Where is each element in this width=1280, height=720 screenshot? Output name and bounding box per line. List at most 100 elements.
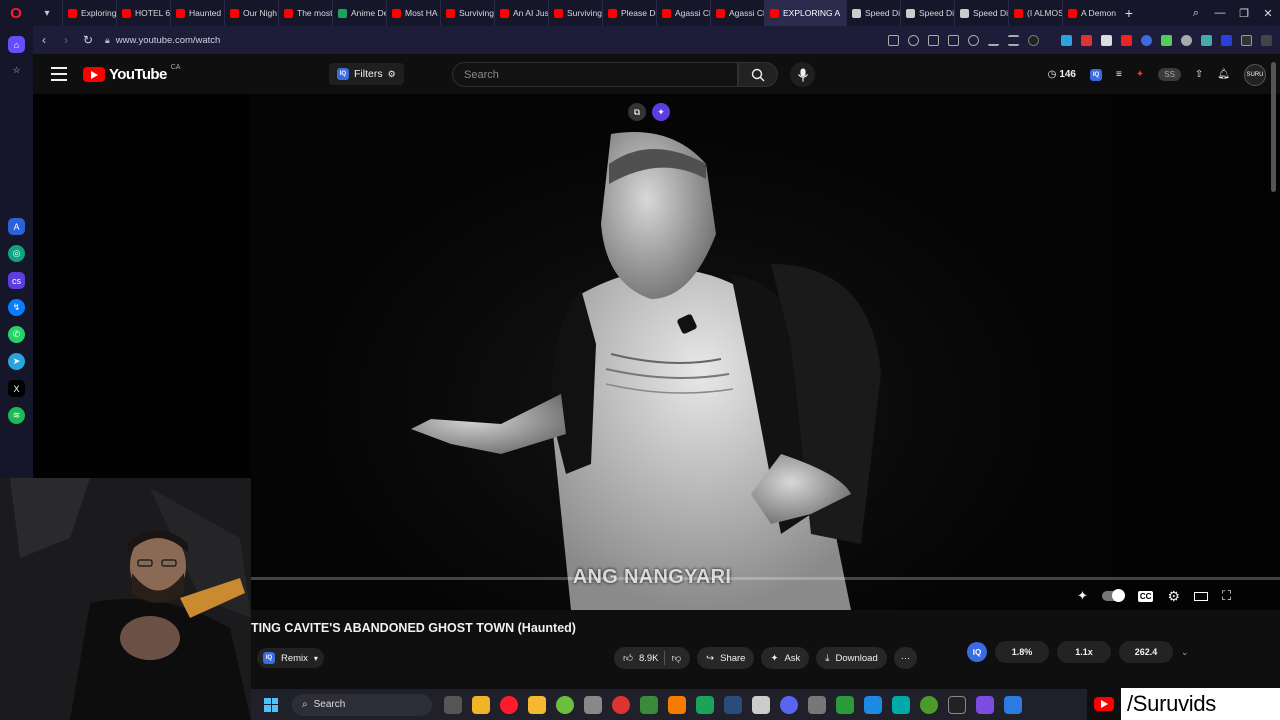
- task-view-icon[interactable]: [444, 695, 462, 714]
- app-diamond-icon[interactable]: [752, 695, 770, 714]
- heart-icon[interactable]: [968, 34, 979, 46]
- ext-7-icon[interactable]: [1181, 34, 1192, 46]
- app-round-icon[interactable]: [920, 695, 938, 714]
- browser-tab[interactable]: Agassi Ch: [656, 0, 710, 26]
- share-button[interactable]: ↪ Share: [697, 647, 755, 669]
- remix-button[interactable]: IQ Remix ▾: [257, 648, 324, 668]
- ext-6-icon[interactable]: [1161, 34, 1172, 46]
- page-scrollbar[interactable]: [1271, 62, 1276, 192]
- browser-tab[interactable]: An AI Just: [494, 0, 548, 26]
- browser-tab[interactable]: Please Do: [602, 0, 656, 26]
- captions-button[interactable]: CC: [1137, 590, 1154, 602]
- notifications-bell-icon[interactable]: 🔔︎: [1217, 69, 1230, 80]
- home-icon[interactable]: ⌂: [8, 36, 25, 53]
- capcut-icon[interactable]: [948, 695, 966, 714]
- history-counter[interactable]: ◷ 146: [1048, 69, 1076, 80]
- puzzle-icon[interactable]: [1261, 34, 1272, 46]
- restore-button[interactable]: ❐: [1232, 0, 1256, 26]
- browser-tab[interactable]: Anime De: [332, 0, 386, 26]
- youtube-logo[interactable]: YouTube CA: [83, 64, 180, 83]
- fullscreen-icon[interactable]: ⛶: [1222, 588, 1231, 604]
- file-explorer-icon[interactable]: [472, 695, 490, 714]
- browser-tab[interactable]: HOTEL 6: [116, 0, 170, 26]
- app-purple-icon[interactable]: [976, 695, 994, 714]
- browser-tab[interactable]: Speed Di: [846, 0, 900, 26]
- opera-taskbar-icon[interactable]: [500, 695, 518, 714]
- app-store-icon[interactable]: [836, 695, 854, 714]
- upload-icon[interactable]: ⇧: [1195, 69, 1203, 80]
- menu-icon[interactable]: [1008, 34, 1019, 46]
- sparkle-icon[interactable]: ✦: [1077, 588, 1088, 604]
- telegram-icon[interactable]: ➤: [8, 353, 25, 370]
- theater-mode-icon[interactable]: [1194, 591, 1209, 601]
- ext-9-icon[interactable]: [1221, 34, 1232, 46]
- guide-menu-icon[interactable]: [51, 67, 67, 81]
- expand-chevron-icon[interactable]: ⌄: [1181, 647, 1189, 658]
- ext-10-icon[interactable]: [1241, 34, 1252, 46]
- video-progress-bar[interactable]: [251, 577, 1280, 580]
- ask-button[interactable]: ✦ Ask: [761, 647, 810, 669]
- url-field[interactable]: 🔒︎ www.youtube.com/watch: [105, 35, 220, 46]
- browser-tab[interactable]: (I ALMOS: [1008, 0, 1062, 26]
- taskbar-search[interactable]: ⌕ Search: [292, 693, 432, 716]
- search-tabs-icon[interactable]: ⌕: [1184, 0, 1208, 26]
- list-icon[interactable]: ≡: [1116, 69, 1122, 80]
- play-icon[interactable]: [948, 34, 959, 46]
- profile-icon[interactable]: [1028, 34, 1039, 46]
- ext-5-icon[interactable]: [1141, 34, 1152, 46]
- extension-icon[interactable]: cs: [8, 272, 25, 289]
- vlc-icon[interactable]: [668, 695, 686, 714]
- browser-tab[interactable]: Exploring: [62, 0, 116, 26]
- filters-button[interactable]: IQ Filters ⚙: [329, 63, 404, 85]
- whatsapp-icon[interactable]: ✆: [8, 326, 25, 343]
- spotify-icon[interactable]: ≋: [8, 407, 25, 424]
- star-icon[interactable]: ☆: [8, 62, 25, 79]
- shield-icon[interactable]: [928, 34, 939, 46]
- browser-tab[interactable]: Agassi Ch: [710, 0, 764, 26]
- iq-badge-icon[interactable]: IQ: [967, 642, 987, 662]
- browser-tab[interactable]: The most: [278, 0, 332, 26]
- ribbon-icon[interactable]: ✦: [1136, 69, 1144, 80]
- app-screen-icon[interactable]: [864, 695, 882, 714]
- x-icon[interactable]: X: [8, 380, 25, 397]
- tool-app-icon[interactable]: [584, 695, 602, 714]
- ss-badge[interactable]: SS: [1158, 68, 1181, 81]
- ai-sparkle-icon[interactable]: ✦: [652, 103, 670, 121]
- voice-search-button[interactable]: [790, 62, 815, 87]
- account-avatar[interactable]: SURU: [1244, 63, 1266, 86]
- edit-icon[interactable]: [888, 34, 899, 46]
- browser-tab[interactable]: A Demon: [1062, 0, 1116, 26]
- chrome-like-icon[interactable]: [612, 695, 630, 714]
- green-app-icon[interactable]: [556, 695, 574, 714]
- minimize-button[interactable]: —: [1208, 0, 1232, 26]
- search-button[interactable]: [738, 62, 778, 87]
- opera-logo-icon[interactable]: O: [0, 0, 32, 26]
- browser-tab[interactable]: Surviving: [548, 0, 602, 26]
- forward-button[interactable]: ›: [55, 33, 77, 47]
- settings-app-icon[interactable]: [808, 695, 826, 714]
- video-player[interactable]: ⧉ ✦ ANG NANGYARI: [251, 94, 1113, 610]
- back-button[interactable]: ‹: [33, 33, 55, 47]
- like-dislike-button[interactable]: 👍︎ 8.9K 👎︎: [614, 647, 691, 669]
- ext-1-icon[interactable]: [1061, 34, 1072, 46]
- chatgpt-icon[interactable]: ◎: [8, 245, 25, 262]
- app-blue-icon[interactable]: [724, 695, 742, 714]
- browser-tab[interactable]: Surviving: [440, 0, 494, 26]
- browser-tab[interactable]: Haunted: [170, 0, 224, 26]
- search-input[interactable]: Search: [452, 62, 738, 87]
- download-button[interactable]: ⤓ Download: [816, 647, 887, 669]
- app-teal-icon[interactable]: [892, 695, 910, 714]
- browser-tab[interactable]: Speed Di: [954, 0, 1008, 26]
- download-icon[interactable]: [988, 35, 999, 46]
- more-actions-button[interactable]: ···: [893, 647, 918, 669]
- minecraft-icon[interactable]: [640, 695, 658, 714]
- tab-pinned[interactable]: ▾: [32, 0, 62, 26]
- iq-extension-icon[interactable]: IQ: [1090, 68, 1102, 81]
- windows-start-icon[interactable]: [264, 697, 278, 712]
- messenger-icon[interactable]: ↯: [8, 299, 25, 316]
- app-green-icon[interactable]: [696, 695, 714, 714]
- browser-tab[interactable]: Most HA: [386, 0, 440, 26]
- lightning-app-icon[interactable]: [528, 695, 546, 714]
- browser-tab[interactable]: Our Nigh: [224, 0, 278, 26]
- ext-8-icon[interactable]: [1201, 34, 1212, 46]
